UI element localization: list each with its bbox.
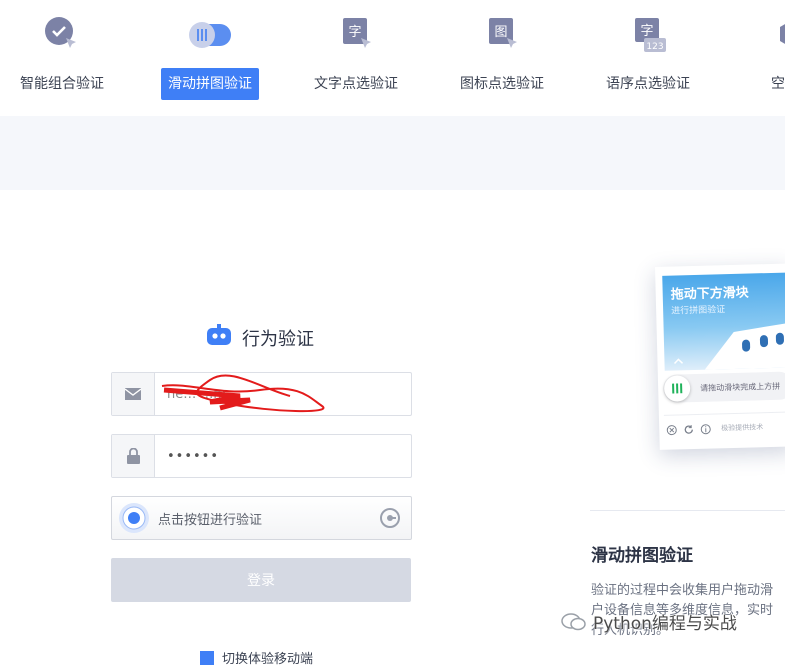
login-submit-button[interactable]: 登录 — [111, 558, 411, 602]
svg-text:字: 字 — [348, 25, 361, 40]
preview-footer: 极验提供技术 — [663, 411, 785, 440]
svg-text:图: 图 — [494, 25, 507, 40]
info-icon — [700, 423, 711, 434]
puzzle-image: 拖动下方滑块 进行拼图验证 — [662, 272, 785, 371]
content-band — [0, 116, 785, 190]
refresh-icon — [683, 424, 694, 435]
wechat-icon — [561, 612, 587, 632]
section-divider — [590, 510, 785, 511]
password-field[interactable]: •••••• — [111, 434, 412, 478]
svg-text:123: 123 — [646, 42, 663, 52]
red-scribble-annotation — [161, 374, 325, 413]
tab-word-order[interactable]: 字 123 语序点选验证 — [578, 0, 718, 116]
captcha-text: 点击按钮进行验证 — [158, 512, 263, 528]
robot-icon — [206, 324, 232, 352]
mail-icon — [112, 373, 155, 415]
building-illustration — [673, 322, 785, 370]
tab-spatial[interactable]: 空间推 — [722, 0, 785, 116]
slider-toggle-icon — [185, 14, 235, 54]
login-title: 行为验证 — [242, 329, 314, 350]
check-cursor-icon — [42, 14, 82, 54]
svg-text:字: 字 — [640, 24, 653, 39]
cube-icon — [772, 14, 785, 54]
close-icon — [666, 424, 677, 435]
password-value[interactable]: •••••• — [155, 435, 411, 477]
login-header: 行为验证 — [206, 323, 314, 353]
preview-slider-track: 请拖动滑块完成上方拼 — [662, 371, 785, 403]
captcha-button[interactable]: 点击按钮进行验证 — [111, 496, 412, 540]
verification-type-tabs: 智能组合验证 滑动拼图验证 字 文字点选验证 图 图标点选验证 字 123 语序… — [0, 0, 785, 116]
radar-icon — [118, 502, 150, 534]
section-title: 滑动拼图验证 — [591, 546, 693, 566]
text-char-cursor-icon: 字 — [336, 14, 376, 54]
slide-captcha-preview: 拖动下方滑块 进行拼图验证 请拖动滑块完成上方拼 极验提供技术 — [655, 263, 785, 450]
image-char-cursor-icon: 图 — [482, 14, 522, 54]
mobile-icon — [200, 650, 214, 665]
lock-icon — [112, 435, 155, 477]
tab-text-click[interactable]: 字 文字点选验证 — [286, 0, 426, 116]
tab-icon-click[interactable]: 图 图标点选验证 — [432, 0, 572, 116]
wechat-watermark: Python编程与实战 — [561, 609, 737, 634]
word-order-123-icon: 字 123 — [628, 14, 668, 54]
switch-mobile-link[interactable]: 切换体验移动端 — [200, 648, 313, 667]
geetest-logo-icon — [379, 507, 401, 529]
tab-smart-combo[interactable]: 智能组合验证 — [0, 0, 132, 116]
tab-slide-puzzle[interactable]: 滑动拼图验证 — [140, 0, 280, 116]
slider-knob — [663, 375, 691, 402]
